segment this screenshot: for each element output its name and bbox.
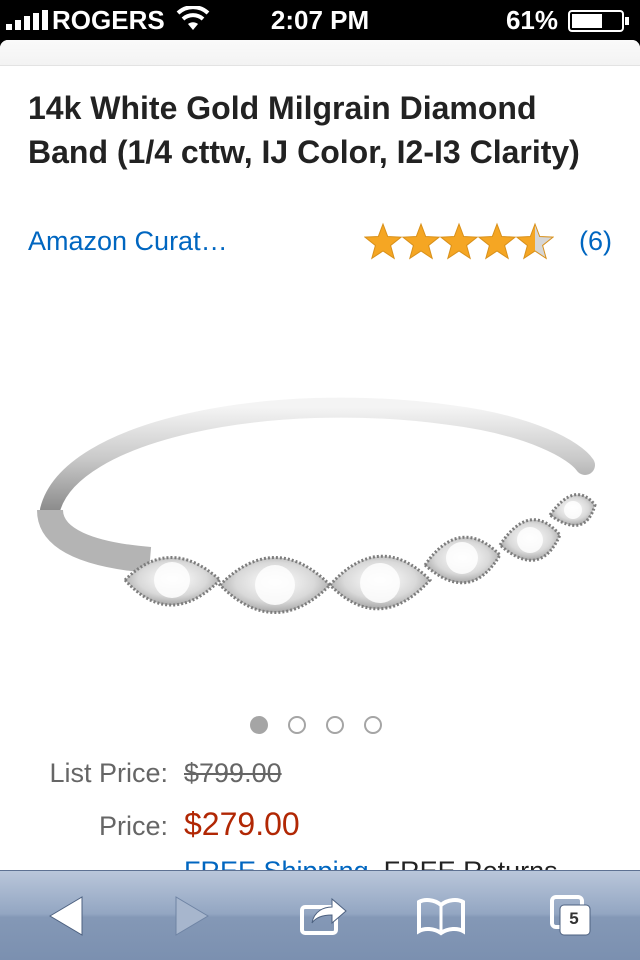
battery-icon — [568, 10, 629, 32]
review-count-link[interactable]: (6) — [579, 226, 612, 257]
pager-dot[interactable] — [326, 716, 344, 734]
browser-toolbar: 5 — [0, 870, 640, 960]
pager-dot[interactable] — [250, 716, 268, 734]
free-returns-text: . FREE Returns — [369, 856, 558, 870]
page-header-strip — [0, 40, 640, 66]
price-value: $279.00 — [184, 806, 300, 842]
star-icon — [477, 222, 517, 260]
product-title: 14k White Gold Milgrain Diamond Band (1/… — [28, 90, 580, 170]
image-pager[interactable] — [250, 716, 382, 738]
price-label: Price: — [98, 811, 168, 841]
pages-button[interactable]: 5 — [548, 893, 598, 939]
back-icon[interactable] — [42, 893, 92, 939]
shipping-info: FREE Shipping. FREE Returns — [184, 856, 558, 870]
list-price-label: List Price: — [49, 758, 168, 788]
status-bar: ROGERS 2:07 PM 61% — [0, 0, 640, 40]
brand-link[interactable]: Amazon Curat… — [28, 226, 228, 257]
bookmarks-icon[interactable] — [416, 893, 466, 939]
open-pages-count: 5 — [569, 909, 579, 928]
list-price-row: List Price: $799.00 — [0, 758, 282, 789]
star-icon — [401, 222, 441, 260]
pager-dot[interactable] — [288, 716, 306, 734]
star-icon — [439, 222, 479, 260]
free-shipping-link[interactable]: FREE Shipping — [184, 856, 369, 870]
pager-dot[interactable] — [364, 716, 382, 734]
product-image[interactable] — [30, 340, 610, 670]
battery-percent: 61% — [505, 5, 558, 35]
star-icon — [515, 222, 554, 260]
web-page: 14k White Gold Milgrain Diamond Band (1/… — [0, 40, 640, 870]
price-row: Price: $279.00 — [0, 806, 300, 843]
forward-icon[interactable] — [166, 893, 216, 939]
star-icon — [364, 222, 403, 260]
list-price-value: $799.00 — [184, 758, 282, 788]
share-icon[interactable] — [298, 893, 348, 939]
rating-stars[interactable] — [364, 222, 554, 262]
